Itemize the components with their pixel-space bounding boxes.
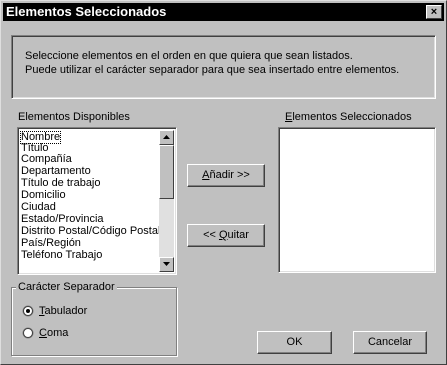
add-rest: ñadir >>	[209, 169, 250, 181]
comma-rest: oma	[46, 327, 69, 339]
dialog-window: Elementos Seleccionados × Seleccione ele…	[0, 0, 447, 365]
list-item[interactable]: Ciudad	[21, 202, 56, 213]
list-item[interactable]: Título de trabajo	[21, 178, 101, 189]
available-list-scrollbar[interactable]	[159, 130, 174, 272]
separator-groupbox	[11, 287, 177, 356]
selected-elements-label: Elementos Seleccionados	[285, 111, 412, 124]
list-item[interactable]: Distrito Postal/Código Postal	[21, 226, 160, 237]
available-elements-list[interactable]: Nombre Título Compañía Departamento Títu…	[17, 127, 177, 275]
list-item[interactable]: Estado/Provincia	[21, 214, 104, 225]
remove-rest: uitar	[227, 229, 249, 241]
comma-radio-label[interactable]: Coma	[39, 327, 68, 340]
tab-radio-label[interactable]: Tabulador	[39, 305, 87, 318]
instructions-panel: Seleccione elementos en el orden en que …	[11, 35, 436, 99]
list-item[interactable]: Compañía	[21, 154, 72, 165]
instructions-line-2: Puede utilizar el carácter separador par…	[25, 64, 400, 76]
instructions-line-1: Seleccione elementos en el orden en que …	[25, 50, 353, 62]
separator-group-label: Carácter Separador	[16, 281, 117, 294]
available-elements-label: Elementos Disponibles	[18, 111, 130, 123]
comma-accel: C	[39, 327, 47, 339]
ok-button[interactable]: OK	[257, 331, 332, 354]
arrow-down-icon[interactable]	[159, 257, 174, 272]
remove-button[interactable]: << Quitar	[187, 224, 265, 247]
list-item[interactable]: Domicilio	[21, 190, 66, 201]
instructions-text: Seleccione elementos en el orden en que …	[25, 49, 399, 77]
list-item[interactable]: Departamento	[21, 166, 91, 177]
add-button[interactable]: Añadir >>	[187, 164, 265, 187]
cancel-button[interactable]: Cancelar	[353, 331, 427, 354]
title-bar[interactable]: Elementos Seleccionados ×	[3, 3, 444, 21]
remove-accel: Q	[218, 229, 228, 241]
list-item[interactable]: Teléfono Trabajo	[21, 250, 102, 261]
list-item[interactable]: País/Región	[21, 238, 81, 249]
close-icon[interactable]: ×	[426, 5, 442, 19]
window-title: Elementos Seleccionados	[6, 4, 167, 19]
arrow-up-icon[interactable]	[159, 130, 174, 145]
scrollbar-thumb[interactable]	[159, 145, 174, 199]
radio-selected-icon[interactable]	[22, 305, 34, 317]
selected-elements-list[interactable]	[278, 127, 436, 273]
tab-rest: abulador	[44, 305, 88, 317]
selected-label-rest: lementos Seleccionados	[292, 111, 412, 123]
remove-prefix: <<	[203, 229, 219, 241]
radio-unselected-icon[interactable]	[22, 327, 34, 339]
